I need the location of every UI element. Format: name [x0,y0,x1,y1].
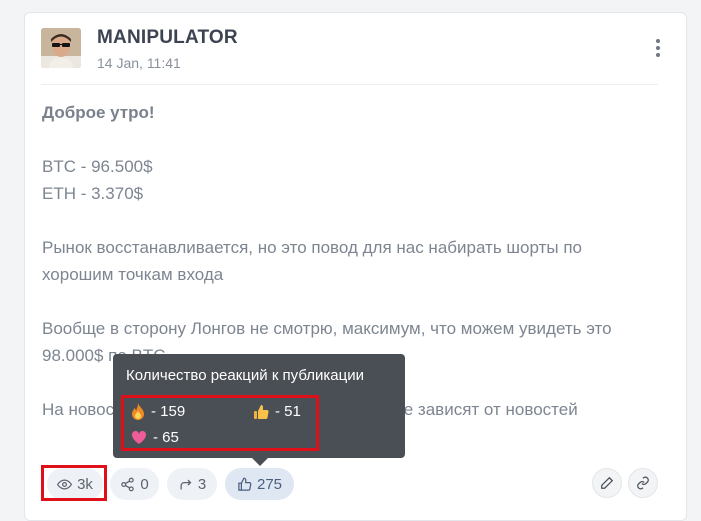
share-button[interactable]: 0 [110,468,159,500]
more-vertical-icon[interactable] [650,37,666,61]
reactions-tooltip: Количество реакций к публикации - 159 - … [113,354,405,466]
post-greeting: Доброе утро! [42,103,155,122]
reaction-fire: - 159 [131,403,185,420]
reaction-thumb: - 51 [253,403,301,420]
thumbs-up-icon [238,477,252,491]
copy-link-button[interactable] [628,468,658,498]
author-name[interactable]: MANIPULATOR [97,27,238,49]
share-icon [121,477,135,491]
fire-icon [132,403,144,420]
like-button[interactable]: 275 [225,468,294,500]
reposts-count: 3 [197,475,207,493]
tooltip-title: Количество реакций к публикации [126,367,364,384]
post-date: 14 Jan, 11:41 [97,55,181,71]
reaction-heart: - 65 [131,429,179,446]
repost-icon [180,479,192,489]
fire-count: - 159 [151,403,186,420]
heart-icon [131,430,147,444]
likes-count: 275 [256,475,283,493]
edit-button[interactable] [592,468,622,498]
repost-button[interactable]: 3 [167,468,217,500]
post-paragraph-1: Рынок восстанавливается, но это повод дл… [42,238,582,284]
post-eth-price: ETH - 3.370$ [42,184,144,203]
post-btc-price: BTC - 96.500$ [42,157,153,176]
views-highlight-box [41,465,107,501]
link-icon [637,476,649,490]
thumb-count: - 51 [275,403,301,420]
thumbs-up-icon [254,404,269,419]
shares-count: 0 [140,475,149,493]
header-divider [41,84,658,85]
heart-count: - 65 [153,429,179,446]
pencil-icon [601,476,614,489]
avatar[interactable] [41,28,81,68]
